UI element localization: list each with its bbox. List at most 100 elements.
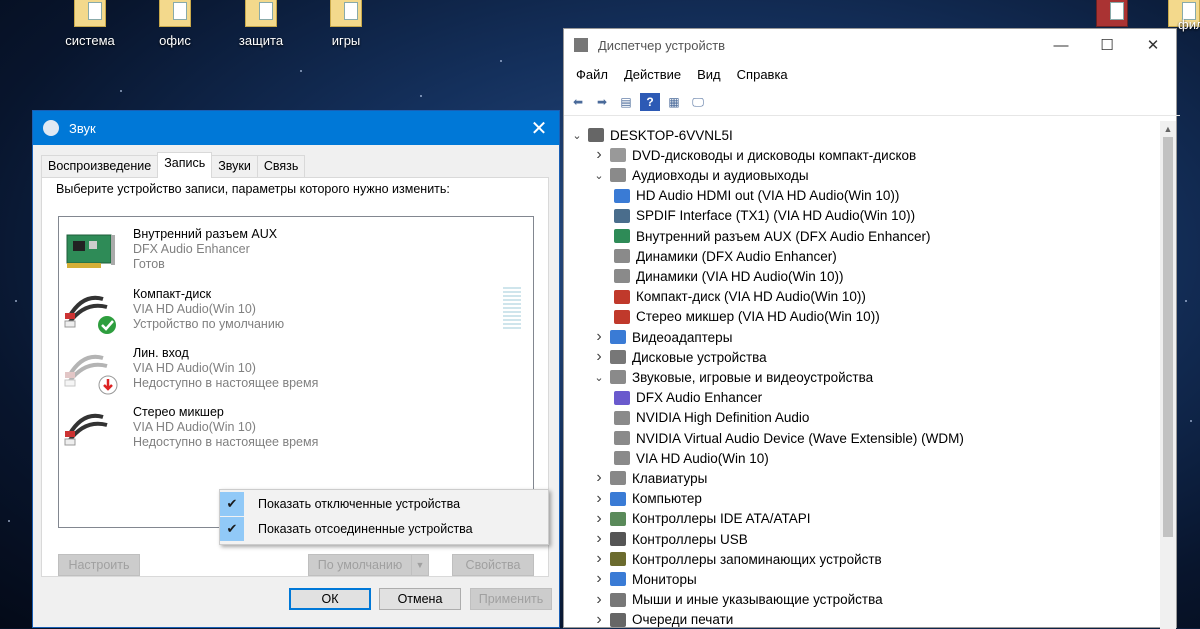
help-icon[interactable]: ? [640,93,660,111]
expanded-chevron-icon[interactable]: ⌄ [592,169,606,182]
expanded-chevron-icon[interactable]: ⌄ [592,371,606,384]
collapsed-chevron-icon[interactable]: › [592,510,606,528]
device-name: Внутренний разъем AUX [133,227,278,241]
tree-row[interactable]: Стерео микшер (VIA HD Audio(Win 10)) [614,307,880,327]
tree-row[interactable]: ⌄ DESKTOP-6VVNL5I [570,125,732,145]
menu-action[interactable]: Действие [616,67,689,82]
scan-hardware-icon[interactable]: 🖵 [688,93,708,111]
collapsed-chevron-icon[interactable]: › [592,146,606,164]
menu-view[interactable]: Вид [689,67,729,82]
toolbar: ⬅ ➡ ▤ ? ▦ 🖵 [564,89,1180,116]
tree-row[interactable]: › Очереди печати [592,610,733,629]
back-arrow-icon[interactable]: ⬅ [568,93,588,111]
tree-row[interactable]: › Клавиатуры [592,468,707,488]
tree-row[interactable]: Внутренний разъем AUX (DFX Audio Enhance… [614,226,930,246]
instruction-text: Выберите устройство записи, параметры ко… [56,182,450,196]
collapsed-chevron-icon[interactable]: › [592,550,606,568]
tree-row[interactable]: HD Audio HDMI out (VIA HD Audio(Win 10)) [614,186,899,206]
expanded-chevron-icon[interactable]: ⌄ [570,129,584,142]
window-title: Диспетчер устройств [598,37,726,53]
cancel-button[interactable]: Отмена [379,588,461,610]
apply-button[interactable]: Применить [470,588,552,610]
tree-row[interactable]: Динамики (VIA HD Audio(Win 10)) [614,266,843,286]
tree-row[interactable]: Компакт-диск (VIA HD Audio(Win 10)) [614,287,866,307]
folder-icon [245,0,277,27]
tree-row-label: Компакт-диск (VIA HD Audio(Win 10)) [636,289,866,305]
desktop-icon-igry[interactable]: игры [306,0,386,48]
tab-communications[interactable]: Связь [256,155,306,178]
tree-row-label: Контроллеры запоминающих устройств [632,551,882,567]
configure-button[interactable]: Настроить [58,554,140,576]
tree-row-label: Динамики (VIA HD Audio(Win 10)) [636,268,844,284]
tab-recording[interactable]: Запись [157,152,213,178]
collapsed-chevron-icon[interactable]: › [592,530,606,548]
set-default-button[interactable]: По умолчанию [308,554,412,576]
menu-item-show-disabled[interactable]: ✔ Показать отключенные устройства [220,492,548,516]
device-driver: VIA HD Audio(Win 10) [133,420,256,434]
device-name: Стерео микшер [133,405,224,419]
tree-row[interactable]: › Контроллеры IDE ATA/ATAPI [592,509,810,529]
equalizer-icon [614,390,630,405]
forward-arrow-icon[interactable]: ➡ [592,93,612,111]
tree-row[interactable]: ⌄ Аудиовходы и аудиовыходы [592,165,808,185]
tree-row[interactable]: NVIDIA High Definition Audio [614,408,809,428]
collapsed-chevron-icon[interactable]: › [592,469,606,487]
show-hide-tree-icon[interactable]: ▤ [616,93,636,111]
tree-row[interactable]: › Мониторы [592,569,696,589]
tab-sounds[interactable]: Звуки [211,155,258,178]
maximize-icon[interactable]: ☐ [1084,29,1130,61]
tree-row[interactable]: VIA HD Audio(Win 10) [614,448,769,468]
tree-row[interactable]: › Видеоадаптеры [592,327,732,347]
tab-playback[interactable]: Воспроизведение [41,155,159,178]
desktop-icon-ofis[interactable]: офис [135,0,215,48]
printer-icon [610,612,626,627]
collapsed-chevron-icon[interactable]: › [592,328,606,346]
minimize-icon[interactable]: — [1038,29,1084,61]
device-item[interactable]: Лин. вход VIA HD Audio(Win 10) Недоступн… [63,346,503,404]
menu-help[interactable]: Справка [729,67,796,82]
tree-row[interactable]: Динамики (DFX Audio Enhancer) [614,246,837,266]
scroll-up-icon[interactable]: ▲ [1160,121,1176,137]
tree-row[interactable]: SPDIF Interface (TX1) (VIA HD Audio(Win … [614,206,915,226]
tree-row[interactable]: NVIDIA Virtual Audio Device (Wave Extens… [614,428,964,448]
title-bar[interactable]: Звук ✕ [33,111,559,145]
tree-row[interactable]: › Контроллеры USB [592,529,747,549]
chevron-down-icon[interactable]: ▼ [411,554,429,576]
menu-file[interactable]: Файл [568,67,616,82]
vertical-scrollbar[interactable]: ▲ [1160,121,1176,629]
mouse-icon [610,592,626,607]
tree-row[interactable]: › DVD-дисководы и дисководы компакт-диско… [592,145,916,165]
device-item[interactable]: Компакт-диск VIA HD Audio(Win 10) Устрой… [63,287,503,345]
level-meter [503,287,521,331]
properties-button[interactable]: Свойства [452,554,534,576]
close-icon[interactable]: ✕ [519,111,559,145]
device-tree[interactable]: ⌄ DESKTOP-6VVNL5I › DVD-дисководы и дисково… [564,121,1160,629]
title-bar[interactable]: Диспетчер устройств — ☐ ✕ [564,29,1176,61]
tree-row[interactable]: ⌄ Звуковые, игровые и видеоустройства [592,367,873,387]
collapsed-chevron-icon[interactable]: › [592,611,606,629]
ok-button[interactable]: ОК [289,588,371,610]
collapsed-chevron-icon[interactable]: › [592,490,606,508]
tree-row[interactable]: › Мыши и иные указывающие устройства [592,590,882,610]
collapsed-chevron-icon[interactable]: › [592,348,606,366]
desktop-icon-zashchita[interactable]: защита [221,0,301,48]
speaker-icon [610,370,626,385]
recording-device-list[interactable]: Внутренний разъем AUX DFX Audio Enhancer… [58,216,534,528]
scrollbar-thumb[interactable] [1163,137,1173,537]
tree-row[interactable]: › Дисковые устройства [592,347,766,367]
speaker-icon [614,249,630,264]
collapsed-chevron-icon[interactable]: › [592,591,606,609]
tree-row[interactable]: DFX Audio Enhancer [614,388,762,408]
tree-row[interactable]: › Контроллеры запоминающих устройств [592,549,882,569]
properties-icon[interactable]: ▦ [664,93,684,111]
device-item[interactable]: Стерео микшер VIA HD Audio(Win 10) Недос… [63,405,503,463]
rca-cable-icon [64,413,108,446]
close-icon[interactable]: ✕ [1130,29,1176,61]
tree-row-label: Компьютер [632,491,702,507]
collapsed-chevron-icon[interactable]: › [592,570,606,588]
menu-item-show-disconnected[interactable]: ✔ Показать отсоединенные устройства [220,517,548,541]
desktop-icon-sistema[interactable]: система [50,0,130,48]
monitor-icon [610,491,626,506]
tree-row[interactable]: › Компьютер [592,489,702,509]
device-item[interactable]: Внутренний разъем AUX DFX Audio Enhancer… [63,227,503,285]
